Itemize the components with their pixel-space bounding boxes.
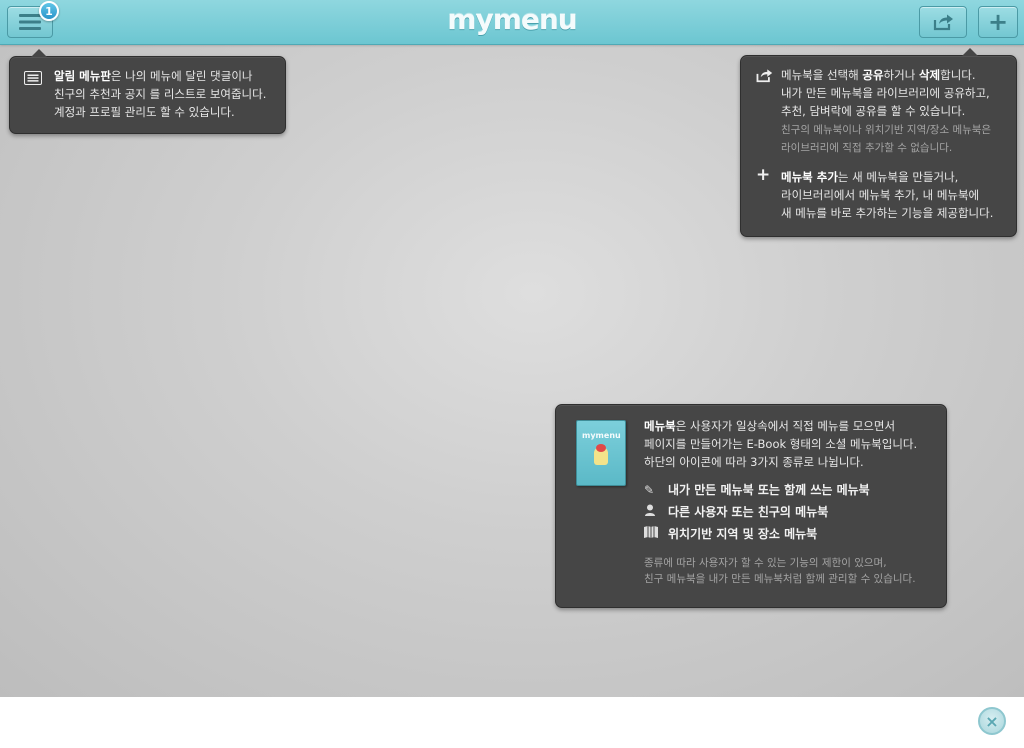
hamburger-icon	[19, 14, 41, 30]
add-desc-3: 새 메뉴를 바로 추가하는 기능을 제공합니다.	[781, 206, 994, 220]
share-note-2: 라이브러리에 직접 추가할 수 없습니다.	[781, 142, 953, 154]
plus-icon: +	[756, 165, 771, 185]
share-icon	[933, 14, 953, 31]
menubook-desc-3: 하단의 아이콘에 따라 3가지 종류로 나뉩니다.	[644, 455, 864, 469]
share-add-tooltip: 메뉴북을 선택해 공유하거나 삭제합니다. 내가 만든 메뉴북을 라이브러리에 …	[740, 48, 1017, 237]
cover-title: mymenu	[582, 431, 621, 440]
close-icon: ×	[985, 711, 999, 731]
type-own-label: 내가 만든 메뉴북 또는 함께 쓰는 메뉴북	[668, 483, 870, 497]
share-note-1: 친구의 메뉴북이나 위치기반 지역/장소 메뉴북은	[781, 124, 992, 136]
bottom-bar	[0, 697, 1024, 748]
pencil-icon: ✎	[644, 483, 655, 497]
share-text-mid: 하거나	[883, 68, 919, 82]
add-menubook-title: 메뉴북 추가	[781, 170, 838, 184]
app-logo: mymenu	[447, 3, 577, 36]
menubook-desc-2: 페이지를 만들어가는 E-Book 형태의 소셜 메뉴북입니다.	[644, 437, 918, 451]
notification-menu-title: 알림 메뉴판	[54, 69, 111, 83]
add-menubook-button[interactable]: +	[978, 6, 1018, 38]
menubook-type-friend: 다른 사용자 또는 친구의 메뉴북	[644, 503, 828, 521]
notification-menu-tooltip: 알림 메뉴판은 나의 메뉴에 달린 댓글이나 친구의 추천과 공지 를 리스트로…	[9, 49, 286, 134]
share-icon	[756, 69, 773, 83]
menubook-cover-thumbnail: mymenu	[576, 420, 626, 486]
notification-desc-1: 은 나의 메뉴에 달린 댓글이나	[110, 69, 253, 83]
menubook-type-own: ✎ 내가 만든 메뉴북 또는 함께 쓰는 메뉴북	[644, 481, 870, 499]
map-icon	[644, 525, 668, 543]
menubook-desc-1: 은 사용자가 일상속에서 직접 메뉴를 모으면서	[675, 419, 896, 433]
share-text-pre: 메뉴북을 선택해	[781, 68, 863, 82]
top-navigation-bar: mymenu 1 +	[0, 0, 1024, 45]
menubook-title: 메뉴북	[644, 419, 676, 433]
share-desc-3: 추천, 담벼락에 공유를 할 수 있습니다.	[781, 104, 966, 118]
list-icon	[24, 71, 42, 85]
notification-desc-3: 계정과 프로필 관리도 할 수 있습니다.	[54, 105, 235, 119]
menubook-type-location: 위치기반 지역 및 장소 메뉴북	[644, 525, 817, 543]
share-desc-2: 내가 만든 메뉴북을 라이브러리에 공유하고,	[781, 86, 990, 100]
notification-desc-2: 친구의 추천과 공지 를 리스트로 보여줍니다.	[54, 87, 267, 101]
menubook-note-2: 친구 메뉴북을 내가 만든 메뉴북처럼 함께 관리할 수 있습니다.	[644, 573, 916, 585]
type-location-label: 위치기반 지역 및 장소 메뉴북	[668, 527, 818, 541]
notification-badge: 1	[39, 1, 59, 21]
menubook-info-tooltip: mymenu 메뉴북은 사용자가 일상속에서 직접 메뉴를 모으면서 페이지를 …	[555, 404, 947, 608]
share-button[interactable]	[919, 6, 967, 38]
share-text-end: 합니다.	[940, 68, 976, 82]
add-desc-2: 라이브러리에서 메뉴북 추가, 내 메뉴북에	[781, 188, 980, 202]
person-icon	[644, 503, 668, 521]
share-desc-1: 메뉴북을 선택해 공유하거나 삭제합니다.	[781, 66, 976, 84]
share-keyword: 공유	[862, 68, 884, 82]
cupcake-illustration	[594, 444, 608, 465]
close-tutorial-button[interactable]: ×	[978, 707, 1006, 735]
add-desc-1: 는 새 메뉴북을 만들거나,	[837, 170, 959, 184]
delete-keyword: 삭제	[918, 68, 941, 82]
type-friend-label: 다른 사용자 또는 친구의 메뉴북	[668, 505, 829, 519]
